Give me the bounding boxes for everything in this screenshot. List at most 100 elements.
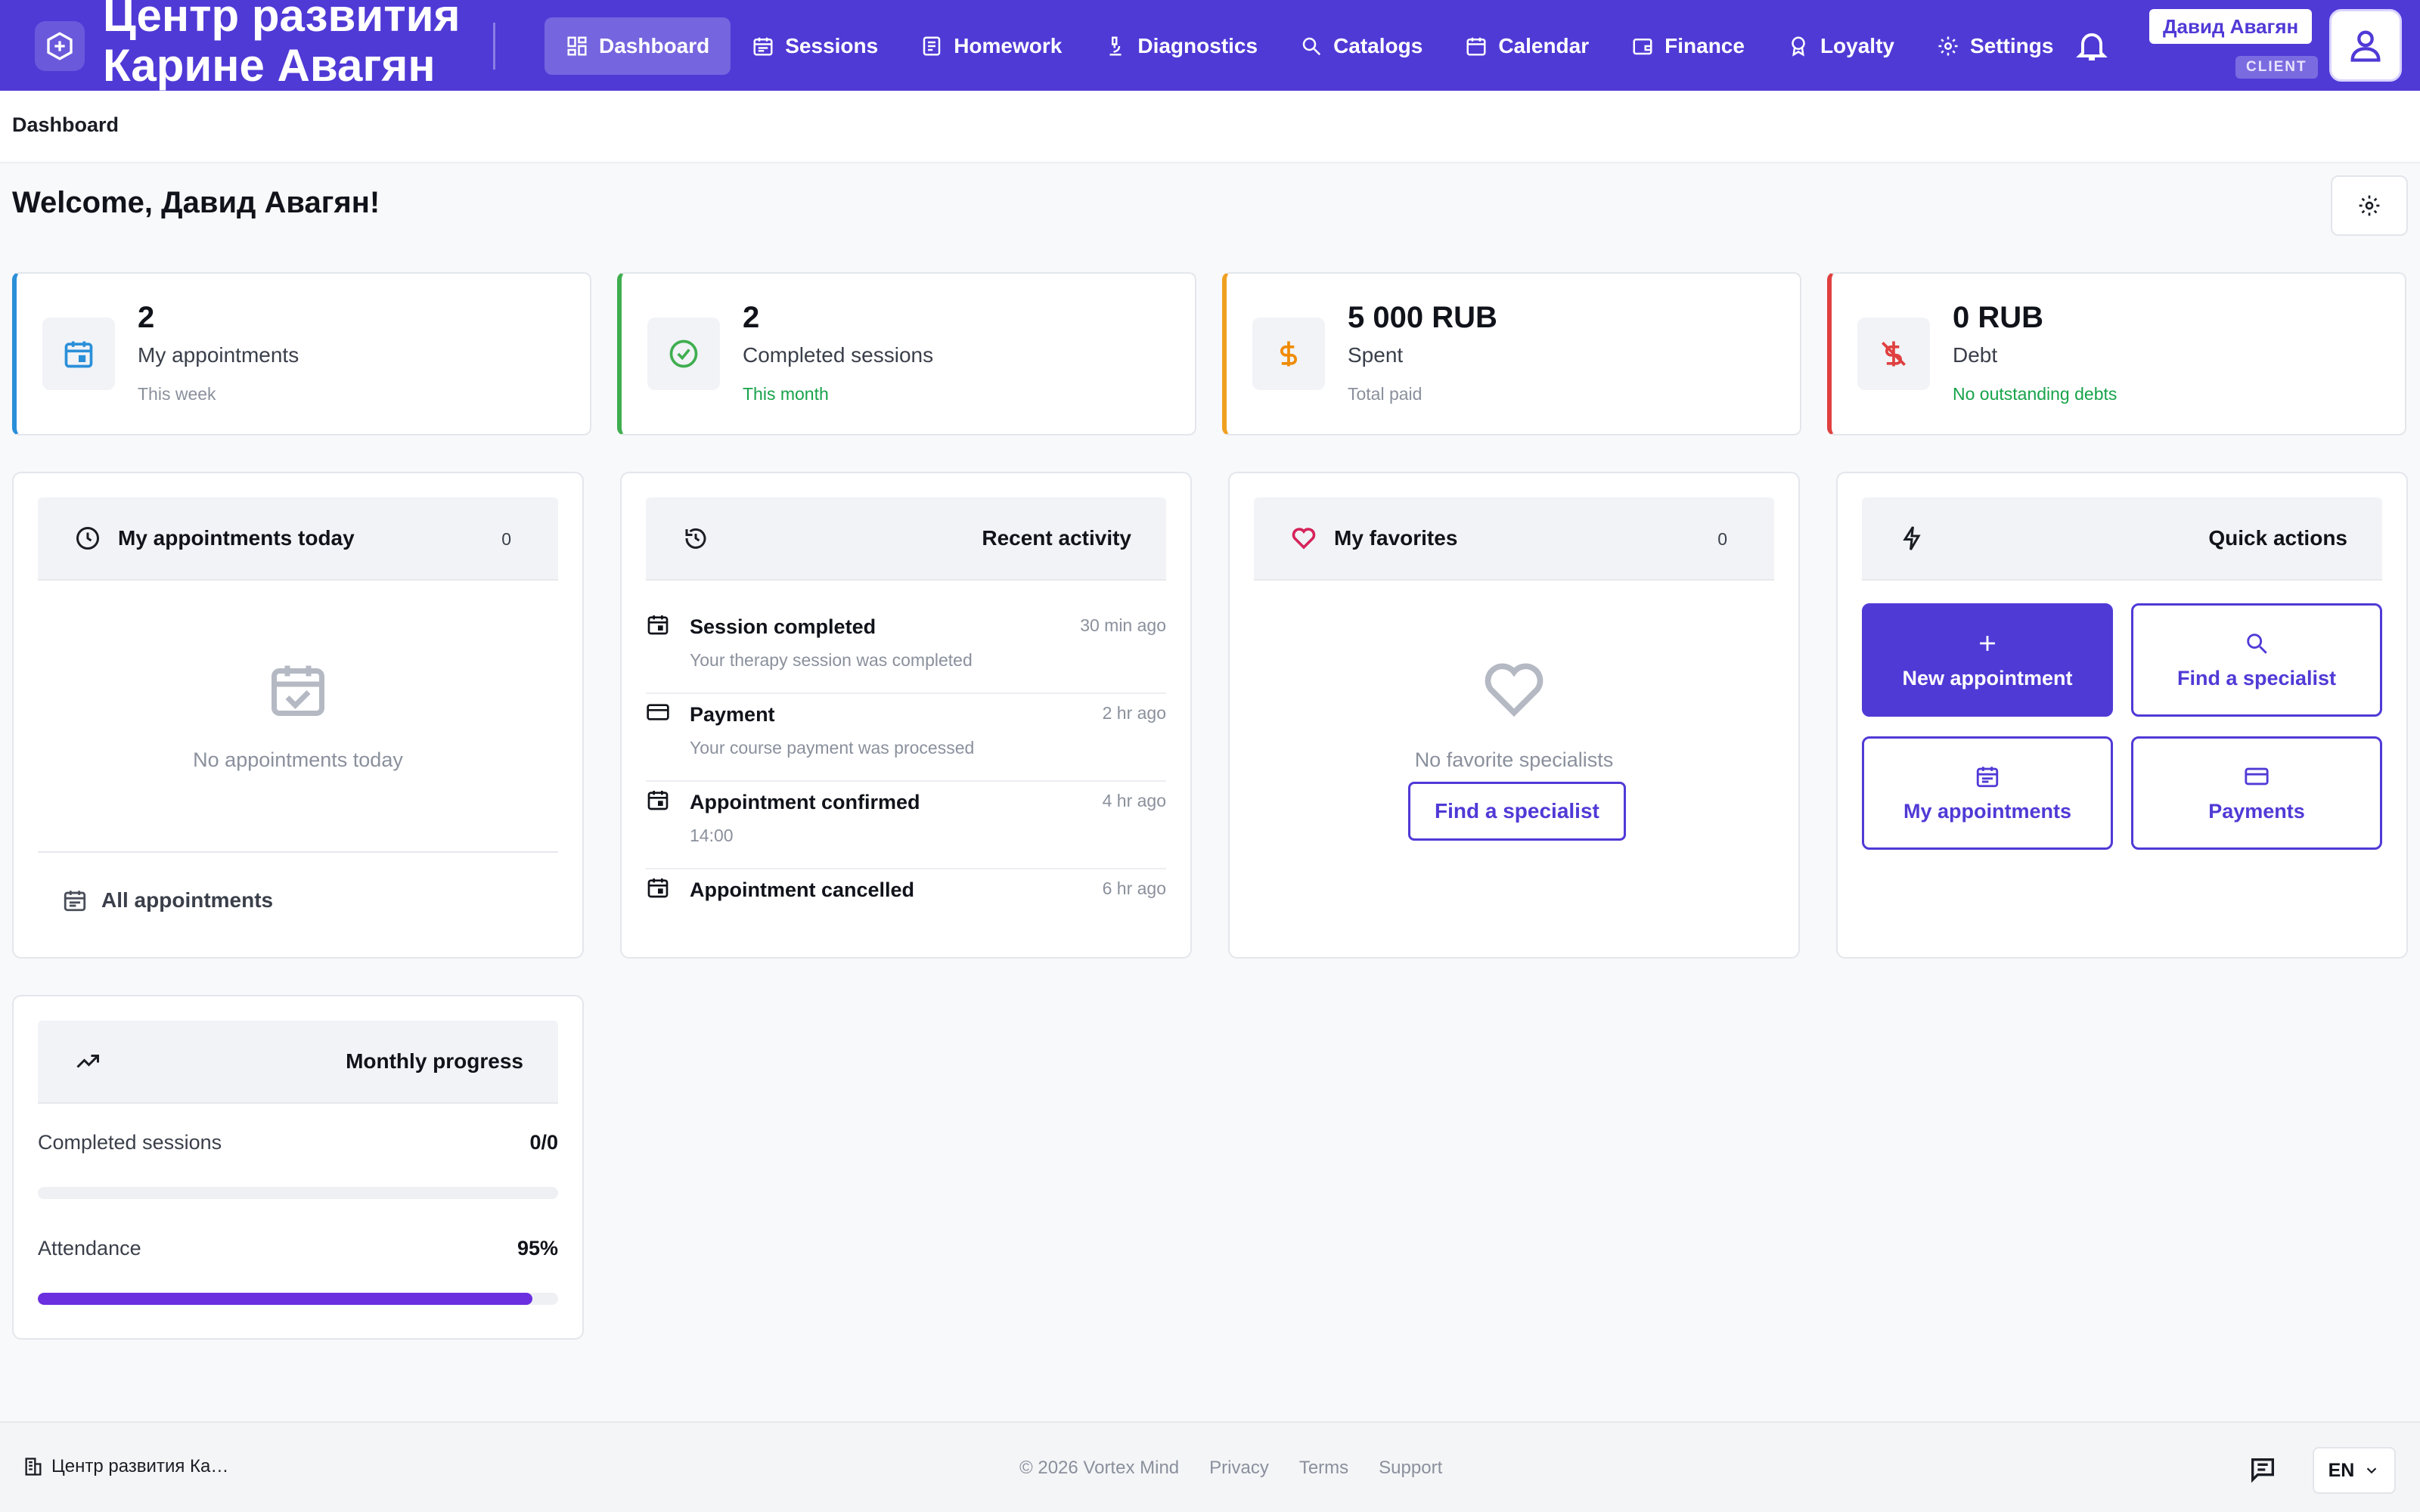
nav-label: Loyalty: [1820, 34, 1894, 57]
search-icon: [2247, 633, 2267, 654]
nav-homework[interactable]: Homework: [899, 17, 1083, 75]
user-name[interactable]: Давид Авагян: [2149, 9, 2313, 44]
stat-label: Spent: [1348, 343, 1404, 367]
activity-item[interactable]: Appointment cancelled 6 hr ago: [646, 869, 1166, 957]
activity-title: Payment: [690, 703, 775, 726]
dashboard-settings-button[interactable]: [2331, 175, 2408, 236]
activity-desc: Your therapy session was completed: [690, 650, 973, 670]
activity-desc: Your course payment was processed: [690, 738, 975, 758]
nav-label: Settings: [1969, 34, 2054, 57]
nav-loyalty[interactable]: Loyalty: [1766, 17, 1916, 75]
activity-item[interactable]: Session completed Your therapy session w…: [646, 606, 1166, 694]
nav-sessions[interactable]: Sessions: [731, 17, 899, 75]
panel-title: My appointments today: [118, 526, 355, 550]
find-specialist-button[interactable]: Find a specialist: [1408, 782, 1626, 841]
nav-label: Sessions: [785, 34, 879, 57]
nav-settings[interactable]: Settings: [1916, 17, 2074, 75]
bolt-icon: [1903, 526, 1921, 550]
breadcrumb-bar: Dashboard: [0, 91, 2420, 163]
stat-sub: Total paid: [1348, 384, 1423, 404]
appointments-today-panel: My appointments today 0 No appointments …: [12, 472, 584, 959]
footer-copyright: © 2026 Vortex Mind: [1019, 1458, 1180, 1478]
monthly-progress-panel: Monthly progress Completed sessions 0/0 …: [12, 995, 584, 1340]
all-appointments-link[interactable]: All appointments: [62, 888, 273, 913]
dollar-icon: [1252, 318, 1325, 390]
activity-desc: 14:00: [690, 826, 734, 845]
nav-label: Diagnostics: [1137, 34, 1258, 57]
activity-title: Appointment cancelled: [690, 878, 915, 901]
document-icon: [923, 36, 941, 56]
panel-count: 0: [1717, 529, 1727, 549]
my-appointments-button[interactable]: My appointments: [1862, 736, 2113, 850]
stat-card-spent[interactable]: 5 000 RUB Spent Total paid: [1222, 272, 1801, 435]
nav-finance[interactable]: Finance: [1610, 17, 1766, 75]
new-appointment-button[interactable]: New appointment: [1862, 603, 2113, 717]
panel-header: My favorites 0: [1254, 497, 1774, 581]
wallet-icon: [1633, 39, 1652, 55]
nav-catalogs[interactable]: Catalogs: [1279, 17, 1444, 75]
panel-title: Quick actions: [2208, 526, 2347, 550]
stat-sub: This week: [138, 384, 216, 404]
stat-card-debt[interactable]: 0 RUB Debt No outstanding debts: [1827, 272, 2406, 435]
find-specialist-quick-button[interactable]: Find a specialist: [2131, 603, 2382, 717]
heart-icon: [1479, 655, 1549, 724]
brand-name[interactable]: Центр развития Карине Авагян: [103, 0, 481, 91]
chat-icon[interactable]: [2248, 1455, 2278, 1485]
role-badge: CLIENT: [2235, 56, 2318, 79]
panel-title: Monthly progress: [346, 1049, 523, 1073]
activity-time: 30 min ago: [1080, 615, 1166, 635]
activity-time: 4 hr ago: [1102, 791, 1166, 810]
stat-sub: No outstanding debts: [1953, 384, 2118, 404]
progress-fill: [38, 1293, 532, 1305]
avatar[interactable]: [2329, 9, 2402, 82]
history-icon: [685, 528, 706, 549]
footer-link-support[interactable]: Support: [1379, 1458, 1442, 1479]
nav-label: Dashboard: [599, 34, 710, 57]
stat-card-completed[interactable]: 2 Completed sessions This month: [617, 272, 1196, 435]
empty-state-text: No appointments today: [193, 748, 403, 771]
favorites-panel: My favorites 0 No favorite specialists F…: [1228, 472, 1800, 959]
panel-title: Recent activity: [982, 526, 1131, 550]
footer-link-privacy[interactable]: Privacy: [1209, 1458, 1269, 1479]
panel-count: 0: [501, 529, 511, 549]
calendar-check-icon: [266, 658, 330, 721]
calendar-icon: [42, 318, 115, 390]
stat-card-appointments[interactable]: 2 My appointments This week: [12, 272, 591, 435]
calendar-icon: [64, 891, 86, 912]
bell-icon[interactable]: [2074, 27, 2110, 64]
progress-label: Completed sessions: [38, 1131, 222, 1154]
stat-sub: This month: [743, 384, 829, 404]
payments-button[interactable]: Payments: [2131, 736, 2382, 850]
nav-diagnostics[interactable]: Diagnostics: [1083, 17, 1279, 75]
chevron-down-icon: [2367, 1467, 2377, 1474]
breadcrumb: Dashboard: [12, 113, 119, 136]
panel-header: Quick actions: [1862, 497, 2382, 581]
footer-link-terms[interactable]: Terms: [1299, 1458, 1348, 1479]
nav-dashboard[interactable]: Dashboard: [544, 17, 731, 75]
progress-value: 0/0: [529, 1131, 558, 1154]
activity-item[interactable]: Appointment confirmed 14:00 4 hr ago: [646, 782, 1166, 869]
footer-links: © 2026 Vortex Mind Privacy Terms Support: [1019, 1458, 1442, 1479]
quick-actions-panel: Quick actions New appointment Find a spe…: [1836, 472, 2408, 959]
logo-icon[interactable]: [35, 21, 85, 71]
building-icon: [25, 1458, 42, 1476]
nav-label: Catalogs: [1333, 34, 1423, 57]
calendar-icon: [753, 37, 773, 56]
card-icon: [647, 704, 669, 720]
footer-org[interactable]: Центр развития Ка…: [23, 1456, 228, 1477]
panel-title: My favorites: [1334, 526, 1458, 550]
link-label: All appointments: [101, 888, 274, 912]
language-label: EN: [2328, 1459, 2355, 1481]
gear-icon: [2359, 195, 2380, 216]
user-icon: [2350, 30, 2381, 62]
stat-label: My appointments: [138, 343, 299, 367]
activity-item[interactable]: Payment Your course payment was processe…: [646, 694, 1166, 782]
stat-value: 2: [743, 301, 760, 334]
money-off-icon: [1857, 318, 1930, 390]
button-label: My appointments: [1903, 799, 2071, 823]
language-select[interactable]: EN: [2313, 1447, 2396, 1494]
dashboard-icon: [567, 36, 587, 56]
footer: Центр развития Ка… © 2026 Vortex Mind Pr…: [0, 1421, 2420, 1512]
calendar-icon: [1976, 766, 1999, 787]
nav-calendar[interactable]: Calendar: [1444, 17, 1610, 75]
